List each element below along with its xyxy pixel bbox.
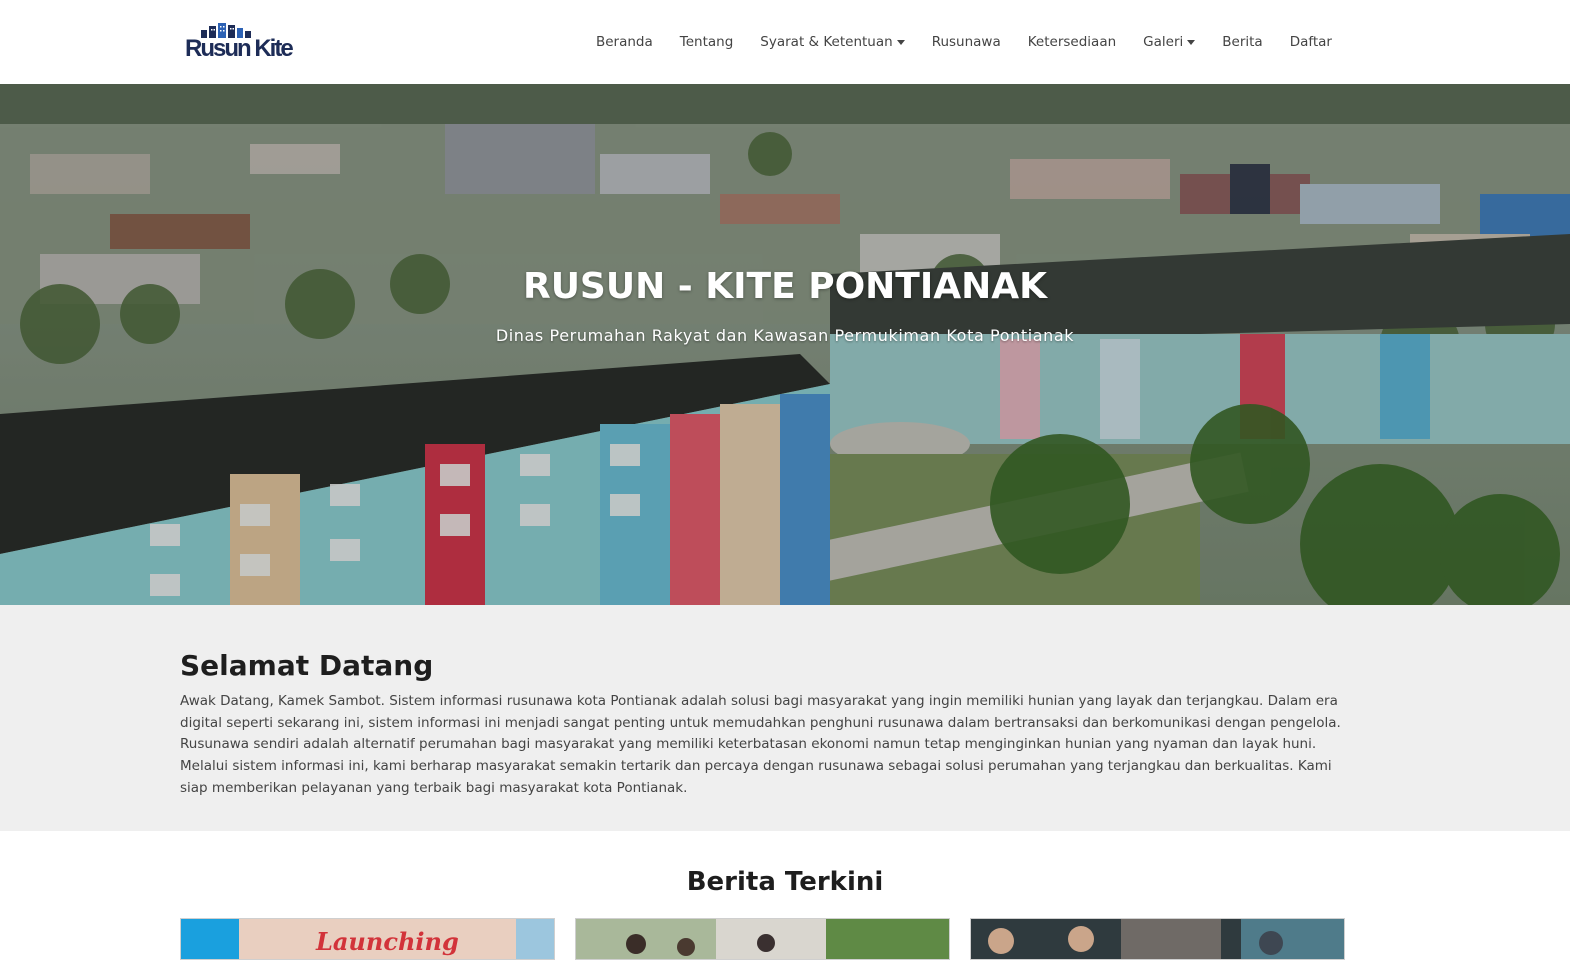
logo-wordmark: Rusun Kite [185, 35, 294, 62]
news-card[interactable] [970, 918, 1345, 960]
news-card-image [971, 919, 1344, 959]
rusun-kite-logo[interactable]: Rusun Kite [185, 22, 294, 62]
nav-label: Daftar [1289, 34, 1332, 50]
nav-label: Berita [1222, 34, 1263, 50]
news-heading: Berita Terkini [686, 867, 884, 897]
nav-label: Rusunawa [931, 34, 1001, 50]
welcome-body: Awak Datang, Kamek Sambot. Sistem inform… [180, 693, 1341, 796]
nav-item-ketersediaan[interactable]: Ketersediaan [1028, 34, 1116, 50]
news-card[interactable]: Launching [180, 918, 555, 960]
welcome-heading: Selamat Datang [180, 649, 434, 682]
nav-label: Tentang [679, 34, 734, 50]
nav-item-tentang[interactable]: Tentang [680, 34, 734, 50]
nav-label: Ketersediaan [1027, 34, 1117, 50]
caret-down-icon [896, 39, 905, 45]
welcome-section: Selamat Datang Awak Datang, Kamek Sambot… [0, 605, 1570, 831]
nav-item-rusunawa[interactable]: Rusunawa [932, 34, 1001, 50]
hero-banner: RUSUN - KITE PONTIANAK Dinas Perumahan R… [0, 84, 1570, 605]
nav-item-berita[interactable]: Berita [1222, 34, 1262, 50]
nav-label: Beranda [595, 34, 653, 50]
nav-item-beranda[interactable]: Beranda [596, 34, 653, 50]
main-nav: Beranda Tentang Syarat & Ketentuan Rusun… [569, 0, 1332, 84]
news-card-image-text: Launching [316, 927, 459, 956]
news-card[interactable] [575, 918, 950, 960]
nav-label: Galeri [1143, 34, 1184, 50]
hero-subtitle: Dinas Perumahan Rakyat dan Kawasan Permu… [495, 326, 1075, 345]
caret-down-icon [1187, 39, 1196, 45]
nav-item-daftar[interactable]: Daftar [1290, 34, 1332, 50]
navbar: Rusun Kite Beranda Tentang Syarat & Kete… [0, 0, 1570, 85]
nav-item-syarat-ketentuan[interactable]: Syarat & Ketentuan [760, 34, 905, 50]
nav-item-galeri[interactable]: Galeri [1143, 34, 1196, 50]
news-card-image [576, 919, 949, 959]
hero-title: RUSUN - KITE PONTIANAK [522, 266, 1048, 307]
nav-label: Syarat & Ketentuan [760, 34, 893, 50]
